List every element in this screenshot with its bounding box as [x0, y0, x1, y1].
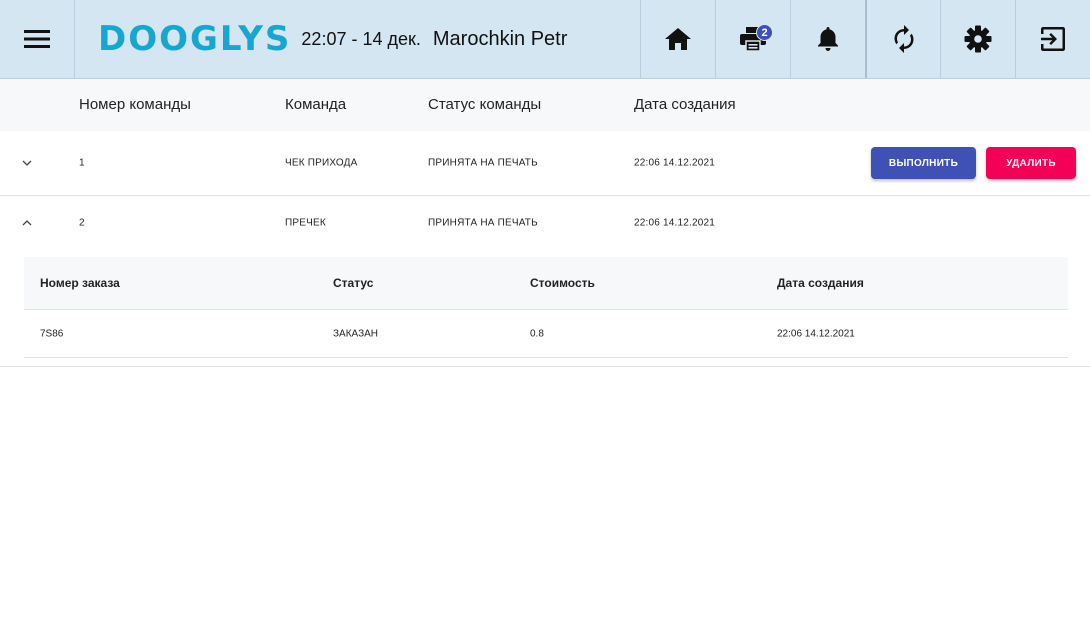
logout-icon — [1041, 27, 1065, 51]
gear-icon — [964, 25, 992, 53]
commands-table-header: Номер команды Команда Статус команды Дат… — [0, 79, 1090, 131]
logout-button[interactable] — [1015, 0, 1090, 78]
order-cost: 0.8 — [530, 328, 544, 339]
order-created: 22:06 14.12.2021 — [777, 328, 855, 339]
chevron-down-icon — [22, 160, 32, 166]
sync-icon — [894, 25, 913, 53]
orders-column-status: Статус — [333, 276, 374, 290]
table-row[interactable]: 1 ЧЕК ПРИХОДА ПРИНЯТА НА ПЕЧАТЬ 22:06 14… — [0, 131, 1090, 196]
orders-table-header: Номер заказа Статус Стоимость Дата созда… — [24, 257, 1068, 310]
collapse-row-button[interactable] — [21, 217, 33, 229]
sync-button[interactable] — [865, 0, 940, 78]
notifications-button[interactable] — [790, 0, 865, 78]
table-row[interactable]: 2 ПРЕЧЕК ПРИНЯТА НА ПЕЧАТЬ 22:06 14.12.2… — [0, 196, 1090, 250]
header-username: Marochkin Petr — [432, 27, 568, 50]
delete-button[interactable]: УДАЛИТЬ — [986, 147, 1076, 179]
menu-icon — [24, 30, 50, 48]
orders-column-created: Дата создания — [777, 276, 864, 290]
order-number: 7S86 — [40, 328, 64, 339]
chevron-up-icon — [22, 220, 32, 226]
app-header: DOOGLYS 22:07 - 14 дек. Marochkin Petr 2 — [0, 0, 1090, 79]
row-status: ПРИНЯТА НА ПЕЧАТЬ — [428, 217, 538, 229]
menu-button[interactable] — [0, 0, 75, 78]
column-header-command: Команда — [285, 96, 347, 113]
orders-table: Номер заказа Статус Стоимость Дата созда… — [24, 257, 1068, 358]
execute-button[interactable]: ВЫПОЛНИТЬ — [871, 147, 976, 179]
settings-button[interactable] — [940, 0, 1015, 78]
column-header-number: Номер команды — [79, 96, 191, 113]
row-number: 2 — [79, 217, 85, 229]
orders-column-number: Номер заказа — [40, 276, 120, 290]
bell-icon — [818, 27, 838, 51]
column-header-created: Дата создания — [634, 96, 736, 113]
header-datetime: 22:07 - 14 дек. — [301, 28, 421, 49]
row-created: 22:06 14.12.2021 — [634, 217, 716, 229]
print-queue-button[interactable]: 2 — [715, 0, 790, 78]
home-icon — [665, 28, 691, 50]
row-command: ЧЕК ПРИХОДА — [285, 157, 358, 169]
home-button[interactable] — [640, 0, 715, 78]
order-status: ЗАКАЗАН — [333, 328, 379, 339]
expand-row-button[interactable] — [21, 157, 33, 169]
row-command: ПРЕЧЕК — [285, 217, 326, 229]
column-header-status: Статус команды — [428, 96, 542, 113]
brand-area: DOOGLYS 22:07 - 14 дек. Marochkin Petr — [75, 0, 640, 78]
table-row: 7S86 ЗАКАЗАН 0.8 22:06 14.12.2021 — [24, 310, 1068, 358]
row-status: ПРИНЯТА НА ПЕЧАТЬ — [428, 157, 538, 169]
row-created: 22:06 14.12.2021 — [634, 157, 716, 169]
print-badge: 2 — [756, 24, 773, 41]
orders-column-cost: Стоимость — [530, 276, 595, 290]
row-number: 1 — [79, 157, 85, 169]
row-details: Номер заказа Статус Стоимость Дата созда… — [0, 250, 1090, 367]
logo: DOOGLYS — [98, 19, 292, 59]
